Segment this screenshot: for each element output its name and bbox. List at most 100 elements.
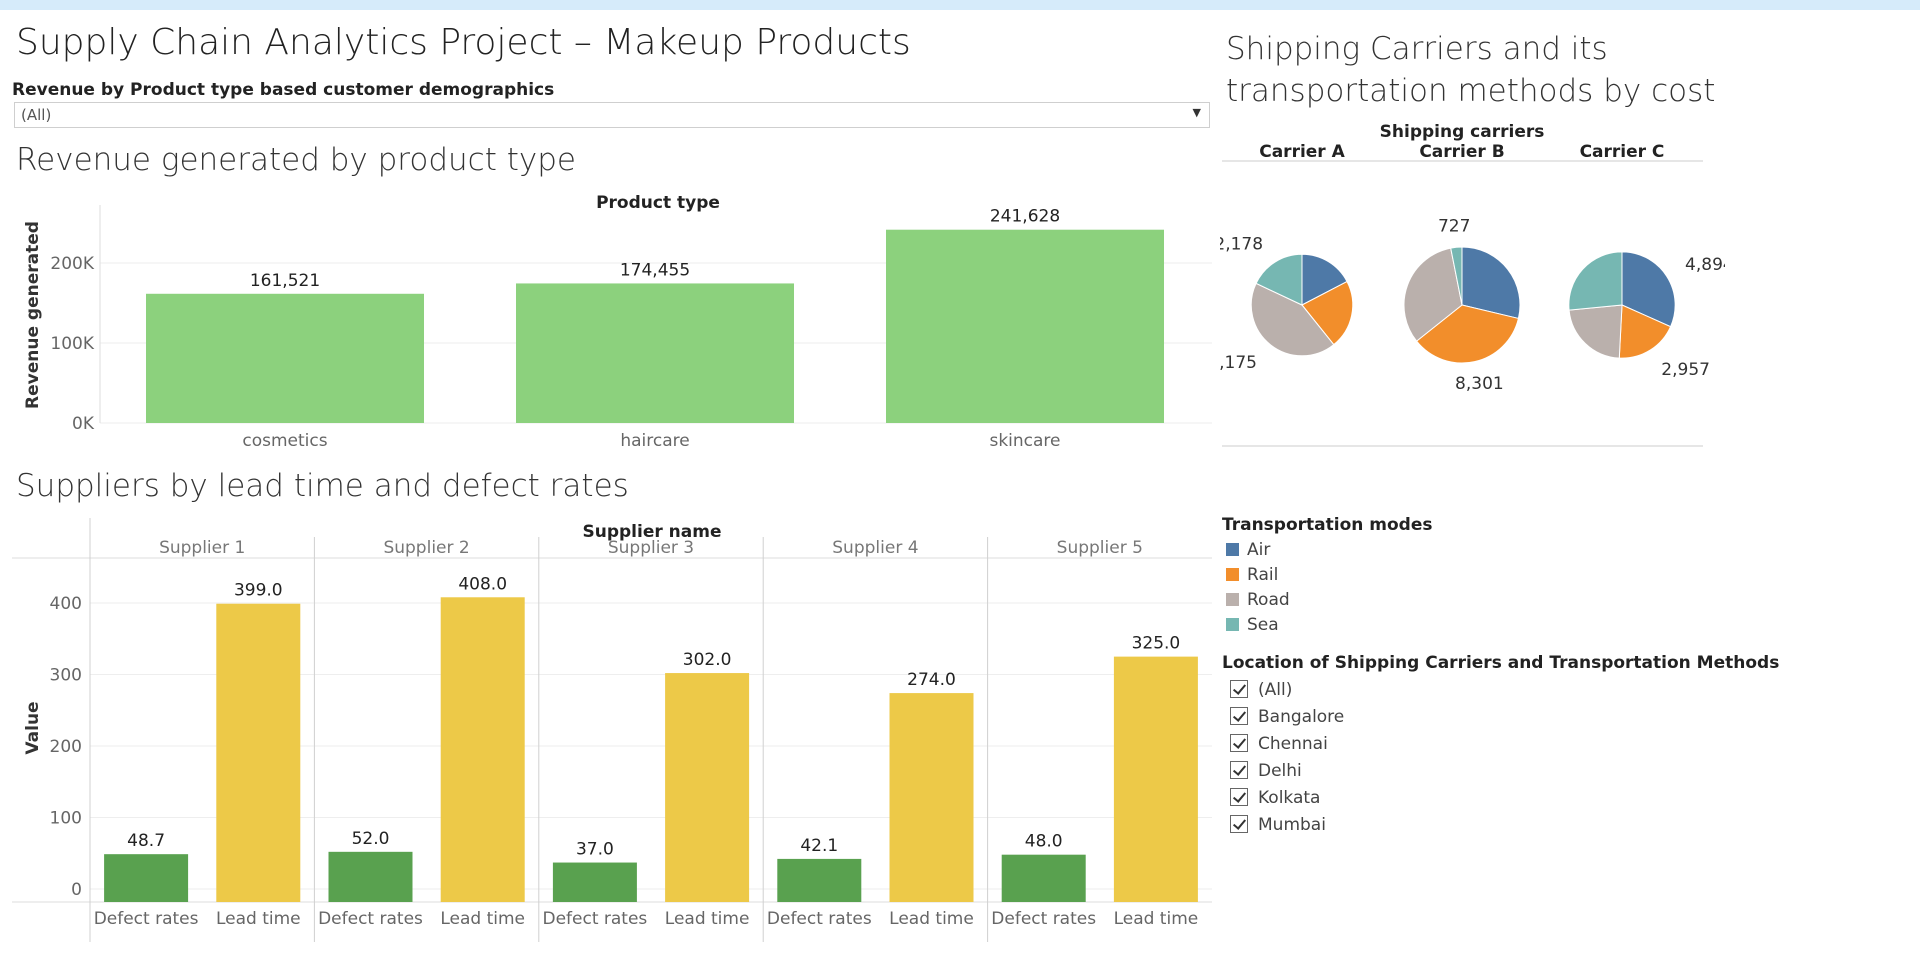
pie-data-label: 727 — [1438, 216, 1470, 236]
legend-label: Air — [1247, 540, 1271, 560]
shipping-pie-charts: Shipping carriers Carrier A 2,178 5,175 Car… — [1220, 122, 1725, 447]
product-type-filter-dropdown[interactable]: (All) ▼ — [14, 102, 1210, 128]
revenue-data-label: 241,628 — [990, 207, 1060, 227]
supplier-bar — [552, 862, 637, 902]
supplier-data-label: 48.0 — [1025, 832, 1063, 852]
shipping-heading-line2: transportation methods by cost — [1226, 73, 1716, 109]
suppliers-y-tick-label: 200 — [50, 737, 82, 757]
revenue-x-tick-label: haircare — [620, 431, 689, 451]
supplier-data-label: 42.1 — [800, 836, 838, 856]
location-option[interactable]: Kolkata — [1230, 788, 1320, 808]
legend-item-rail[interactable]: Rail — [1226, 565, 1278, 585]
supplier-group-label: Supplier 3 — [608, 538, 694, 558]
dropdown-value: (All) — [21, 106, 52, 124]
pie-data-label: 2,957 — [1661, 360, 1710, 380]
checkbox-checked-icon[interactable] — [1230, 815, 1248, 833]
revenue-y-tick-label: 200K — [50, 254, 94, 274]
pie-data-label: 2,178 — [1220, 235, 1263, 255]
supplier-x-tick-label: Lead time — [440, 909, 525, 929]
checkbox-checked-icon[interactable] — [1230, 761, 1248, 779]
carrier-header-label: Carrier C — [1580, 142, 1665, 162]
revenue-bar — [516, 283, 794, 423]
supplier-data-label: 48.7 — [127, 831, 165, 851]
checkbox-checked-icon[interactable] — [1230, 707, 1248, 725]
supplier-x-tick-label: Lead time — [889, 909, 974, 929]
suppliers-bar-chart: Supplier name Value 0100200300400 Suppli… — [12, 518, 1212, 942]
page-title: Supply Chain Analytics Project – Makeup … — [16, 22, 911, 63]
checkbox-checked-icon[interactable] — [1230, 788, 1248, 806]
supplier-data-label: 302.0 — [683, 650, 732, 670]
revenue-bar — [146, 293, 424, 423]
pie-data-label: 8,301 — [1455, 374, 1504, 394]
revenue-data-label: 161,521 — [250, 271, 320, 291]
supplier-bar — [665, 673, 750, 902]
supplier-x-tick-label: Lead time — [665, 909, 750, 929]
supplier-data-label: 325.0 — [1132, 634, 1181, 654]
legend-label: Rail — [1247, 565, 1279, 585]
top-bar — [0, 0, 1920, 10]
shipping-chart-heading: Shipping Carriers and its transportation… — [1226, 28, 1715, 112]
filter-label: Revenue by Product type based customer d… — [12, 80, 555, 100]
pie-data-label: 5,175 — [1220, 353, 1257, 373]
location-option[interactable]: Mumbai — [1230, 815, 1326, 835]
supplier-x-tick-label: Defect rates — [991, 909, 1096, 929]
supplier-x-tick-label: Defect rates — [542, 909, 647, 929]
legend-item-road[interactable]: Road — [1226, 590, 1290, 610]
legend-swatch — [1226, 618, 1239, 631]
location-option-label: (All) — [1258, 680, 1293, 700]
revenue-chart-heading: Revenue generated by product type — [16, 142, 576, 178]
suppliers-chart-heading: Suppliers by lead time and defect rates — [16, 468, 629, 504]
suppliers-y-axis-label: Value — [23, 701, 43, 754]
supplier-group-label: Supplier 4 — [832, 538, 918, 558]
location-option[interactable]: Bangalore — [1230, 707, 1344, 727]
revenue-y-tick-label: 0K — [72, 414, 95, 434]
supplier-data-label: 52.0 — [352, 829, 390, 849]
suppliers-y-tick-label: 100 — [50, 809, 82, 829]
supplier-group-label: Supplier 1 — [159, 538, 245, 558]
revenue-x-tick-label: skincare — [989, 431, 1060, 451]
location-option[interactable]: (All) — [1230, 680, 1292, 700]
supplier-x-tick-label: Lead time — [216, 909, 301, 929]
revenue-x-tick-label: cosmetics — [242, 431, 327, 451]
checkbox-checked-icon[interactable] — [1230, 680, 1248, 698]
supplier-data-label: 399.0 — [234, 581, 283, 601]
location-option[interactable]: Delhi — [1230, 761, 1302, 781]
supplier-x-tick-label: Defect rates — [94, 909, 199, 929]
revenue-data-label: 174,455 — [620, 260, 690, 280]
chevron-down-icon[interactable]: ▼ — [1193, 106, 1201, 119]
carrier-header-label: Carrier B — [1419, 142, 1504, 162]
location-filter-title: Location of Shipping Carriers and Transp… — [1222, 653, 1780, 673]
location-option[interactable]: Chennai — [1230, 734, 1328, 754]
supplier-group-label: Supplier 2 — [383, 538, 469, 558]
supplier-group-label: Supplier 5 — [1057, 538, 1143, 558]
suppliers-y-tick-label: 300 — [50, 666, 82, 686]
legend-title: Transportation modes — [1222, 515, 1433, 535]
revenue-chart-axis-title: Product type — [596, 193, 720, 213]
supplier-bar — [777, 858, 862, 902]
carrier-header-label: Carrier A — [1259, 142, 1345, 162]
supplier-bar — [328, 851, 413, 902]
suppliers-y-tick-label: 0 — [71, 880, 82, 900]
supplier-bar — [216, 603, 301, 902]
supplier-x-tick-label: Lead time — [1114, 909, 1199, 929]
location-option-label: Mumbai — [1258, 815, 1326, 835]
pie-slice — [1568, 304, 1623, 359]
legend-item-air[interactable]: Air — [1226, 540, 1270, 560]
legend-item-sea[interactable]: Sea — [1226, 615, 1279, 635]
supplier-data-label: 37.0 — [576, 840, 614, 860]
pie-slice — [1568, 251, 1623, 311]
checkbox-checked-icon[interactable] — [1230, 734, 1248, 752]
revenue-y-tick-label: 100K — [50, 334, 94, 354]
location-option-label: Delhi — [1258, 761, 1302, 781]
supplier-x-tick-label: Defect rates — [767, 909, 872, 929]
supplier-bar — [104, 854, 189, 902]
shipping-carriers-axis-title: Shipping carriers — [1380, 122, 1545, 142]
legend-swatch — [1226, 593, 1239, 606]
location-option-label: Chennai — [1258, 734, 1328, 754]
supplier-bar — [440, 597, 525, 902]
supplier-bar — [1113, 656, 1198, 902]
location-option-label: Bangalore — [1258, 707, 1345, 727]
legend-swatch — [1226, 568, 1239, 581]
supplier-x-tick-label: Defect rates — [318, 909, 423, 929]
pie-data-label: 4,894 — [1685, 255, 1725, 275]
